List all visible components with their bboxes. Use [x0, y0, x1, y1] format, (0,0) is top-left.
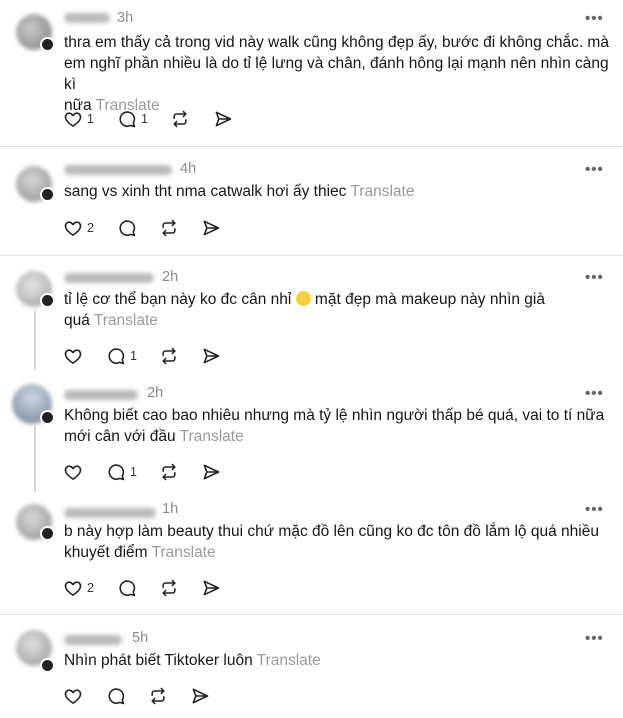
heart-icon: [64, 349, 82, 364]
send-icon: [192, 688, 209, 704]
share-button[interactable]: [213, 109, 233, 129]
like-button[interactable]: 2: [63, 218, 94, 238]
reply-count: 1: [130, 465, 137, 479]
like-count: 1: [87, 112, 94, 126]
avatar-badge: [40, 293, 55, 308]
reply-button[interactable]: 1: [106, 346, 137, 366]
like-count: 2: [87, 581, 94, 595]
more-options-icon[interactable]: •••: [585, 10, 604, 27]
avatar-badge: [40, 658, 55, 673]
repost-icon: [162, 463, 176, 481]
timestamp: 3h: [117, 10, 134, 26]
comment-text: Không biết cao bao nhiêu nhưng mà tỷ lệ …: [64, 407, 605, 445]
heart-icon: [64, 689, 82, 704]
avatar-badge: [40, 410, 55, 425]
comment-text: b này hợp làm beauty thui chứ mặc đồ lên…: [64, 523, 599, 561]
more-options-icon[interactable]: •••: [585, 161, 604, 178]
comment-6: 5h ••• Nhìn phát biết Tiktoker luôn Trans…: [0, 614, 623, 718]
more-options-icon[interactable]: •••: [585, 269, 604, 286]
username[interactable]: [64, 635, 122, 645]
comment-icon: [119, 111, 136, 128]
share-button[interactable]: [201, 218, 221, 238]
reply-button[interactable]: [117, 218, 137, 238]
comment-icon: [108, 464, 125, 481]
more-options-icon[interactable]: •••: [585, 385, 604, 402]
heart-icon: [64, 221, 82, 236]
more-options-icon[interactable]: •••: [585, 501, 604, 518]
comment-icon: [119, 580, 136, 597]
translate-link[interactable]: Translate: [350, 183, 414, 200]
repost-icon: [162, 347, 176, 365]
like-button[interactable]: [63, 686, 83, 706]
like-button[interactable]: 2: [63, 578, 94, 598]
repost-button[interactable]: [159, 462, 179, 482]
slightly-smiling-face-icon: [295, 291, 311, 306]
repost-button[interactable]: [170, 109, 190, 129]
share-button[interactable]: [201, 462, 221, 482]
send-icon: [203, 220, 220, 236]
repost-button[interactable]: [159, 218, 179, 238]
translate-link[interactable]: Translate: [180, 428, 244, 445]
like-button[interactable]: [63, 462, 83, 482]
username[interactable]: [64, 273, 154, 283]
heart-icon: [64, 112, 82, 127]
repost-button[interactable]: [159, 578, 179, 598]
comment-5: 1h ••• b này hợp làm beauty thui chứ mặc…: [0, 488, 623, 615]
comment-icon: [119, 220, 136, 237]
share-button[interactable]: [190, 686, 210, 706]
like-count: 2: [87, 221, 94, 235]
avatar-badge: [40, 187, 55, 202]
avatar-badge: [40, 37, 55, 52]
comment-1: 3h ••• thra em thấy cả trong vid này wal…: [0, 0, 623, 147]
like-button[interactable]: 1: [63, 109, 94, 129]
reply-button[interactable]: [106, 686, 126, 706]
username[interactable]: [64, 165, 172, 175]
translate-link[interactable]: Translate: [152, 544, 216, 561]
reply-button[interactable]: 1: [117, 109, 148, 129]
reply-button[interactable]: [117, 578, 137, 598]
repost-icon: [151, 687, 165, 705]
like-button[interactable]: [63, 346, 83, 366]
send-icon: [203, 580, 220, 596]
share-button[interactable]: [201, 578, 221, 598]
comment-2: 4h ••• sang vs xinh tht nma catwalk hơi …: [0, 146, 623, 256]
comment-text: thra em thấy cả trong vid này walk cũng …: [64, 34, 609, 114]
avatar-badge: [40, 526, 55, 541]
comment-icon: [108, 348, 125, 365]
comment-text: tỉ lệ cơ thể bạn này ko đc cân nhỉ mặt đ…: [64, 291, 545, 329]
timestamp: 5h: [132, 630, 149, 646]
more-options-icon[interactable]: •••: [585, 630, 604, 647]
repost-icon: [162, 579, 176, 597]
reply-count: 1: [141, 112, 148, 126]
repost-icon: [162, 219, 176, 237]
comment-4: 2h ••• Không biết cao bao nhiêu nhưng mà…: [0, 372, 623, 488]
username[interactable]: [64, 508, 156, 518]
comment-3: 2h ••• tỉ lệ cơ thể bạn này ko đc cân nh…: [0, 255, 623, 372]
heart-icon: [64, 465, 82, 480]
send-icon: [203, 464, 220, 480]
comment-text: Nhìn phát biết Tiktoker luôn Translate: [64, 652, 321, 669]
repost-icon: [173, 110, 187, 128]
send-icon: [203, 348, 220, 364]
send-icon: [215, 111, 232, 127]
comment-icon: [108, 688, 125, 705]
translate-link[interactable]: Translate: [257, 652, 321, 669]
username[interactable]: [64, 390, 138, 400]
timestamp: 1h: [162, 501, 179, 517]
reply-count: 1: [130, 349, 137, 363]
reply-button[interactable]: 1: [106, 462, 137, 482]
repost-button[interactable]: [148, 686, 168, 706]
heart-icon: [64, 581, 82, 596]
timestamp: 4h: [180, 161, 197, 177]
repost-button[interactable]: [159, 346, 179, 366]
timestamp: 2h: [162, 269, 179, 285]
username[interactable]: [64, 13, 110, 23]
share-button[interactable]: [201, 346, 221, 366]
translate-link[interactable]: Translate: [94, 312, 158, 329]
comment-text: sang vs xinh tht nma catwalk hơi ấy thie…: [64, 183, 415, 200]
timestamp: 2h: [147, 385, 164, 401]
